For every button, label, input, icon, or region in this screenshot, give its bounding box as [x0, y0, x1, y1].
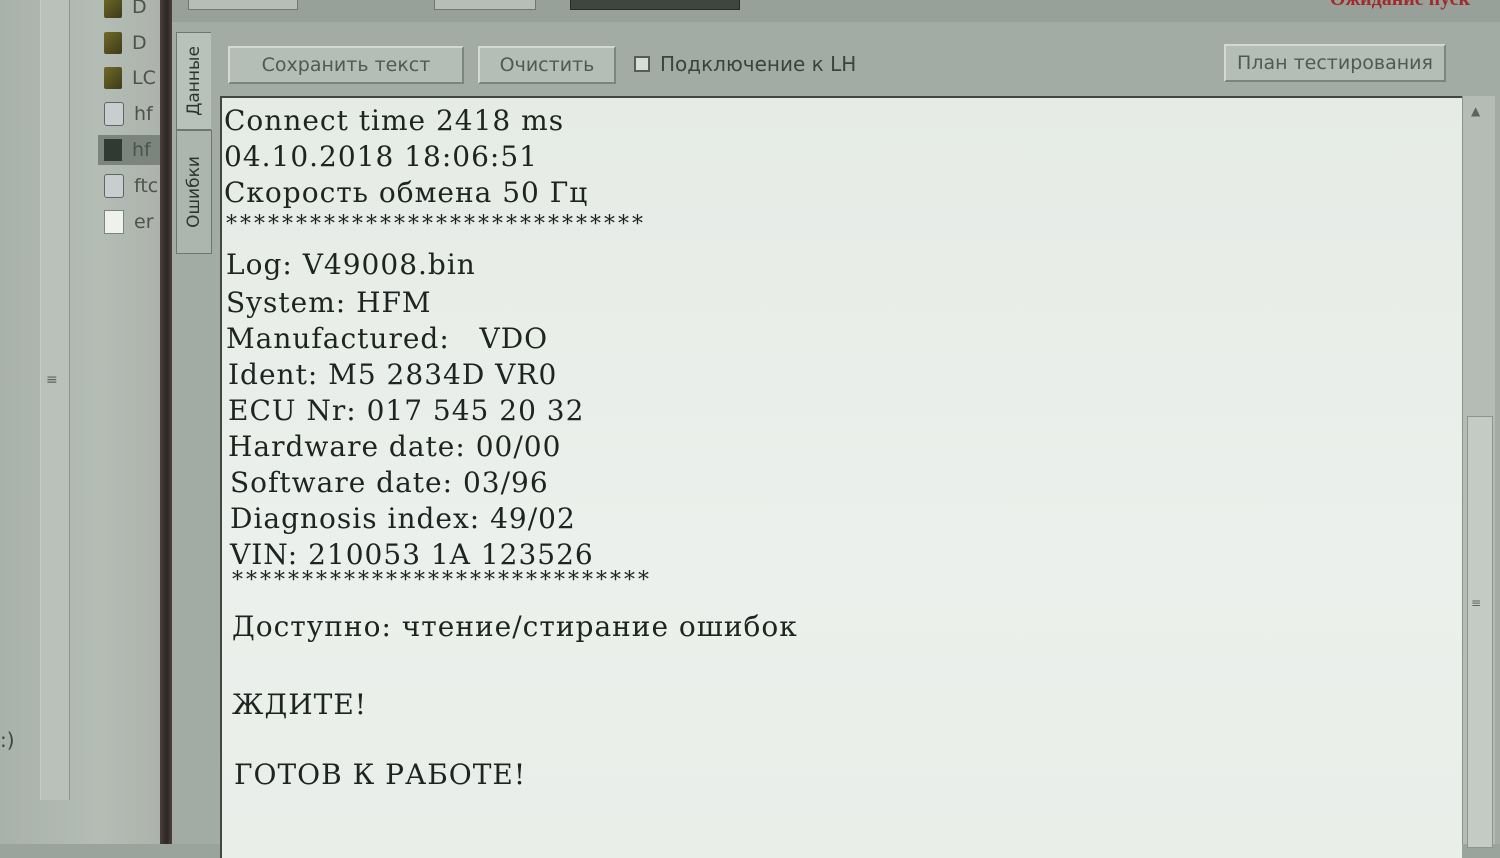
file-browser-pane: ≡ D D LC hf hf ftc er :)	[0, 0, 168, 844]
app-file-icon	[104, 139, 122, 161]
log-line: ЖДИТЕ!	[232, 688, 368, 721]
log-line: Software date: 03/96	[230, 466, 549, 499]
file-name: hf	[132, 139, 151, 161]
log-line: Hardware date: 00/00	[228, 430, 562, 463]
log-output[interactable]: Connect time 2418 ms 04.10.2018 18:06:51…	[220, 96, 1462, 858]
log-line: Скорость обмена 50 Гц	[224, 176, 589, 209]
tab-data[interactable]: Данные	[176, 32, 211, 130]
test-plan-button[interactable]: План тестирования	[1224, 44, 1446, 82]
lh-connection-option[interactable]: Подключение к LH	[634, 52, 856, 76]
log-separator: ******************************	[232, 568, 652, 593]
lh-connection-label: Подключение к LH	[660, 52, 857, 76]
list-item[interactable]: LC	[98, 63, 168, 93]
diagnostic-app-window: Ожидание пуск Данные Ошибки Сохранить те…	[172, 0, 1500, 858]
side-tabs: Данные Ошибки	[176, 26, 212, 256]
list-item[interactable]: er	[98, 207, 168, 237]
log-line: Connect time 2418 ms	[224, 104, 565, 137]
list-item[interactable]: D	[98, 0, 168, 22]
lh-connection-checkbox[interactable]	[634, 56, 650, 72]
scrollbar-thumb[interactable]	[1467, 416, 1493, 848]
settings-file-icon	[104, 102, 124, 126]
top-tab[interactable]	[188, 0, 298, 10]
list-item[interactable]: hf	[98, 99, 168, 129]
tab-errors-label: Ошибки	[184, 156, 205, 228]
status-text: Ожидание пуск	[1330, 0, 1470, 11]
log-line: Diagnosis index: 49/02	[230, 502, 576, 535]
file-name: ftc	[134, 175, 159, 197]
file-name: D	[132, 32, 147, 54]
link-file-icon	[104, 174, 124, 198]
log-line: ECU Nr: 017 545 20 32	[228, 394, 585, 427]
save-text-button[interactable]: Сохранить текст	[228, 46, 464, 84]
scroll-grip-icon: ≡	[46, 372, 58, 388]
file-name: LC	[132, 67, 156, 89]
list-item[interactable]: ftc	[98, 171, 168, 201]
log-line: System: HFM	[226, 286, 432, 319]
folder-icon	[104, 32, 122, 54]
log-line: 04.10.2018 18:06:51	[224, 140, 538, 173]
folder-icon	[104, 0, 122, 18]
tab-errors[interactable]: Ошибки	[176, 130, 212, 254]
left-footer-text: :)	[0, 728, 15, 752]
log-line: Log: V49008.bin	[226, 248, 476, 281]
log-line: VIN: 210053 1A 123526	[230, 538, 594, 571]
file-name: er	[134, 211, 154, 233]
scroll-up-icon[interactable]: ▲	[1471, 104, 1480, 118]
file-name: hf	[134, 103, 153, 125]
top-tab[interactable]	[434, 0, 536, 10]
log-line: ГОТОВ К РАБОТЕ!	[234, 758, 527, 791]
file-name: D	[132, 0, 147, 18]
list-item-selected[interactable]: hf	[98, 135, 168, 165]
log-line: Manufactured: VDO	[226, 322, 549, 355]
scroll-grip-icon: ≡	[1471, 596, 1482, 610]
document-icon	[104, 210, 124, 234]
log-line: Ident: M5 2834D VR0	[228, 358, 558, 391]
folder-icon	[104, 67, 122, 89]
tab-data-label: Данные	[184, 46, 204, 116]
log-line: Доступно: чтение/стирание ошибок	[232, 610, 798, 643]
clear-button[interactable]: Очистить	[478, 46, 616, 84]
top-tab-active[interactable]	[570, 0, 740, 10]
list-item[interactable]: D	[98, 28, 168, 58]
file-pane-scrollbar[interactable]: ≡	[40, 0, 70, 800]
log-separator: ******************************	[226, 212, 646, 237]
log-scrollbar[interactable]: ▲ ≡	[1462, 96, 1495, 848]
top-tab-strip: Ожидание пуск	[172, 0, 1500, 22]
